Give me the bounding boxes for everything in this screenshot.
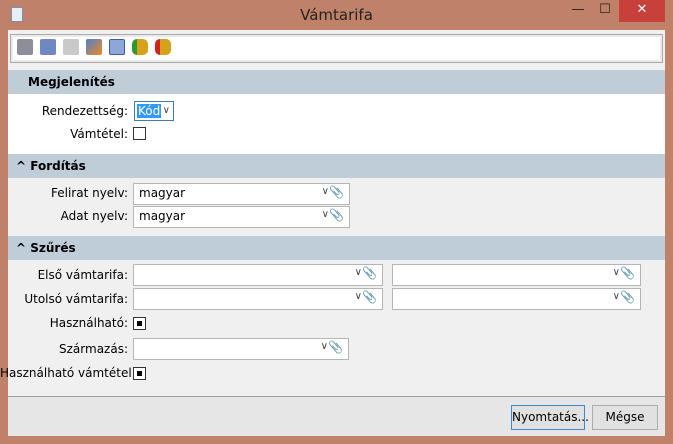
print-button[interactable]: Nyomtatás... <box>511 405 589 430</box>
report-icon[interactable] <box>63 39 79 55</box>
first-tariff-to-select[interactable]: ∨ 📎 <box>392 264 641 286</box>
usable-checkbox[interactable] <box>133 317 146 330</box>
data-lang-value: magyar <box>139 209 186 223</box>
section-title: Szűrés <box>30 241 76 255</box>
printer-icon[interactable] <box>17 39 33 55</box>
calculator-icon[interactable] <box>109 39 125 55</box>
chevron-down-icon: ∨ <box>321 209 329 220</box>
origin-label: Származás: <box>59 342 128 356</box>
order-value: Kód <box>137 104 162 118</box>
last-tariff-to-select[interactable]: ∨ 📎 <box>392 288 641 310</box>
section-filter-header[interactable]: ^ Szűrés <box>8 236 665 260</box>
close-button[interactable]: ✕ <box>619 0 665 22</box>
origin-select[interactable]: ∨ 📎 <box>133 338 349 360</box>
paperclip-icon[interactable]: 📎 <box>620 290 635 304</box>
maximize-button[interactable]: ☐ <box>592 0 618 22</box>
paperclip-icon[interactable]: 📎 <box>329 185 344 199</box>
chevron-down-icon: ∨ <box>612 291 620 302</box>
database-export-icon[interactable] <box>155 39 171 55</box>
database-import-icon[interactable] <box>132 39 148 55</box>
caption-lang-value: magyar <box>139 186 186 200</box>
usable-label: Használható: <box>49 316 128 330</box>
data-lang-label: Adat nyelv: <box>60 209 128 223</box>
data-lang-select[interactable]: magyar ∨ 📎 <box>133 206 350 228</box>
tariff-item-label: Vámtétel: <box>70 127 128 141</box>
section-translation-header[interactable]: ^ Fordítás <box>8 154 665 178</box>
section-title: Fordítás <box>30 159 86 173</box>
chevron-down-icon: ∨ <box>321 186 329 197</box>
section-display-header[interactable]: Megjelenítés <box>8 70 665 94</box>
chevron-down-icon: ∨ <box>354 267 362 278</box>
chevron-down-icon: ∨ <box>354 291 362 302</box>
app-icon <box>11 7 23 22</box>
tariff-item-checkbox[interactable] <box>133 127 146 140</box>
edit-icon[interactable] <box>86 39 102 55</box>
chevron-down-icon: ∨ <box>162 105 170 116</box>
first-tariff-label: Első vámtarifa: <box>37 268 128 282</box>
toolbar <box>10 34 663 63</box>
usable-item-label: Használható vámtétel: <box>0 366 136 380</box>
minimize-button[interactable]: — <box>565 0 591 22</box>
caption-lang-select[interactable]: magyar ∨ 📎 <box>133 183 350 205</box>
chevron-down-icon: ∨ <box>612 267 620 278</box>
caption-lang-label: Felirat nyelv: <box>50 186 128 200</box>
chevron-up-icon: ^ <box>16 159 31 173</box>
paperclip-icon[interactable]: 📎 <box>362 266 377 280</box>
order-select[interactable]: Kód ∨ <box>134 101 174 121</box>
chevron-down-icon: ∨ <box>320 341 328 352</box>
paperclip-icon[interactable]: 📎 <box>328 340 343 354</box>
first-tariff-from-select[interactable]: ∨ 📎 <box>133 264 383 286</box>
paperclip-icon[interactable]: 📎 <box>362 290 377 304</box>
last-tariff-label: Utolsó vámtarifa: <box>24 292 128 306</box>
usable-item-checkbox[interactable] <box>133 367 146 380</box>
chevron-up-icon: ^ <box>16 241 31 255</box>
order-label: Rendezettség: <box>41 104 128 118</box>
paperclip-icon[interactable]: 📎 <box>329 208 344 222</box>
cancel-button[interactable]: Mégse <box>592 405 658 430</box>
paperclip-icon[interactable]: 📎 <box>620 266 635 280</box>
last-tariff-from-select[interactable]: ∨ 📎 <box>133 288 383 310</box>
print-preview-icon[interactable] <box>40 39 56 55</box>
